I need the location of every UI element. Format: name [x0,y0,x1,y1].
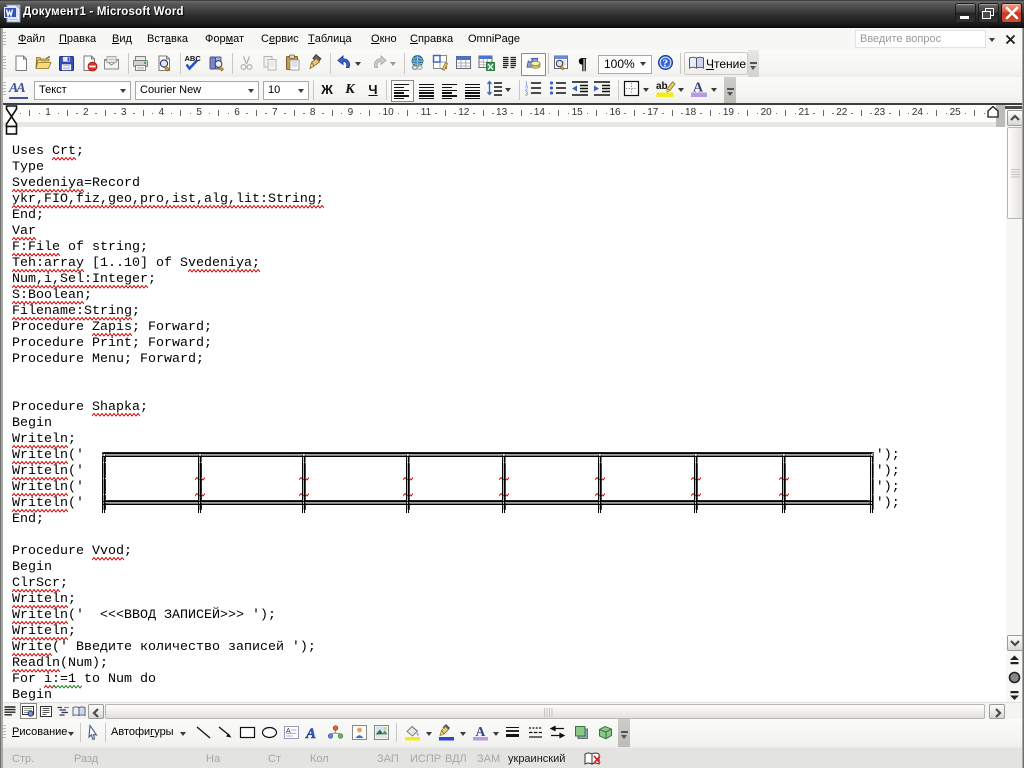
svg-text:ABC: ABC [185,54,202,63]
svg-text:3: 3 [525,92,528,98]
svg-text:ab: ab [656,81,668,92]
svg-text:A: A [305,726,316,741]
svg-text:A: A [286,728,291,735]
svg-text:?: ? [663,58,669,70]
svg-text:A: A [476,724,486,739]
